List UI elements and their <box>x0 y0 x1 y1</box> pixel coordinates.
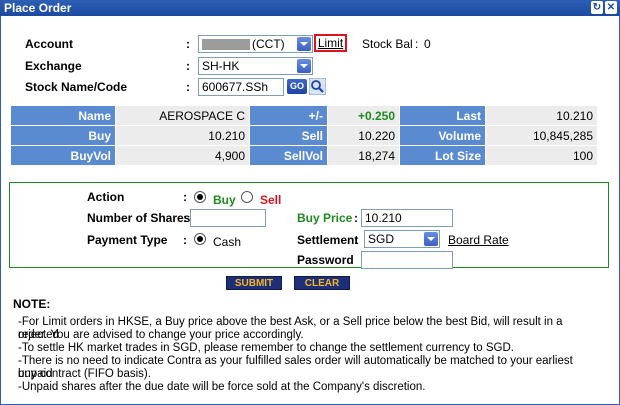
note-line: buy contract (FIFO basis). <box>18 368 151 380</box>
buy-header: Buy <box>11 126 115 145</box>
buy-radio[interactable] <box>194 191 206 203</box>
password-label: Password <box>297 253 354 267</box>
chevron-down-icon[interactable] <box>297 59 311 73</box>
sell-option-label[interactable]: Sell <box>260 193 281 207</box>
change-header: +/- <box>250 106 327 125</box>
go-button[interactable]: GO <box>287 79 307 94</box>
colon: : <box>415 37 419 51</box>
password-input[interactable] <box>361 251 453 269</box>
close-icon[interactable]: ✕ <box>605 1 617 14</box>
cash-option-label[interactable]: Cash <box>213 235 241 249</box>
note-line: -Unpaid shares after the due date will b… <box>18 381 426 393</box>
buyvol-value: 4,900 <box>116 146 249 165</box>
settlement-label: Settlement <box>297 233 359 247</box>
colon: : <box>186 37 190 51</box>
masked-account-number <box>202 39 250 51</box>
name-value: AEROSPACE C <box>116 106 249 125</box>
stock-bal-label: Stock Bal <box>362 37 413 51</box>
settlement-select[interactable]: SGD <box>364 230 440 248</box>
colon: : <box>183 190 187 204</box>
account-value: (CCT) <box>252 37 285 51</box>
last-value: 10.210 <box>486 106 597 125</box>
quote-row: Buy 10.210 Sell 10.220 Volume 10,845,285 <box>11 126 597 145</box>
sell-header: Sell <box>250 126 327 145</box>
quote-table: Name AEROSPACE C +/- +0.250 Last 10.210 … <box>10 105 598 166</box>
volume-header: Volume <box>400 126 485 145</box>
sell-radio[interactable] <box>241 191 253 203</box>
shares-input[interactable] <box>190 209 266 227</box>
window-title: Place Order <box>4 1 72 15</box>
search-icon[interactable] <box>309 78 326 95</box>
colon: : <box>186 80 190 94</box>
window-controls: ↻ ✕ <box>591 1 617 14</box>
last-header: Last <box>400 106 485 125</box>
payment-label: Payment Type <box>87 233 168 247</box>
lotsize-value: 100 <box>486 146 597 165</box>
account-select[interactable]: (CCT) <box>198 35 313 53</box>
submit-button[interactable]: SUBMIT <box>226 276 282 290</box>
quote-row: BuyVol 4,900 SellVol 18,274 Lot Size 100 <box>11 146 597 165</box>
chevron-down-icon[interactable] <box>297 37 311 51</box>
cash-radio[interactable] <box>194 233 206 245</box>
colon: : <box>183 233 187 247</box>
colon: : <box>183 211 187 225</box>
note-line: order. You are advised to change your pr… <box>18 329 304 341</box>
exchange-value: SH-HK <box>202 59 240 73</box>
colon: : <box>354 233 358 247</box>
volume-value: 10,845,285 <box>486 126 597 145</box>
buy-price-label: Buy Price <box>297 211 353 225</box>
account-label: Account <box>25 37 73 51</box>
colon: : <box>186 59 190 73</box>
stock-code-label: Stock Name/Code <box>25 80 128 94</box>
board-rate-link[interactable]: Board Rate <box>448 233 509 247</box>
clear-button[interactable]: CLEAR <box>294 276 350 290</box>
colon: : <box>354 211 358 225</box>
note-title: NOTE: <box>13 297 51 311</box>
buy-price-input[interactable]: 10.210 <box>361 209 453 227</box>
quote-row: Name AEROSPACE C +/- +0.250 Last 10.210 <box>11 106 597 125</box>
change-value: +0.250 <box>328 106 399 125</box>
buy-value: 10.210 <box>116 126 249 145</box>
sell-value: 10.220 <box>328 126 399 145</box>
chevron-down-icon[interactable] <box>424 232 438 246</box>
settlement-value: SGD <box>368 232 395 246</box>
buy-option-label[interactable]: Buy <box>213 193 236 207</box>
name-header: Name <box>11 106 115 125</box>
lotsize-header: Lot Size <box>400 146 485 165</box>
exchange-select[interactable]: SH-HK <box>198 57 313 75</box>
stock-code-input[interactable]: 600677.SSh <box>198 78 284 96</box>
stock-bal-value: 0 <box>424 37 431 51</box>
buyvol-header: BuyVol <box>11 146 115 165</box>
shares-label: Number of Shares <box>87 211 191 225</box>
refresh-icon[interactable]: ↻ <box>591 1 603 14</box>
window-title-bar: Place Order ↻ ✕ <box>0 0 620 16</box>
limit-order-type-link[interactable]: Limit <box>314 34 347 52</box>
sellvol-value: 18,274 <box>328 146 399 165</box>
action-label: Action <box>87 190 125 204</box>
exchange-label: Exchange <box>25 59 82 73</box>
sellvol-header: SellVol <box>250 146 327 165</box>
note-line: -To settle HK market trades in SGD, plea… <box>18 342 514 354</box>
